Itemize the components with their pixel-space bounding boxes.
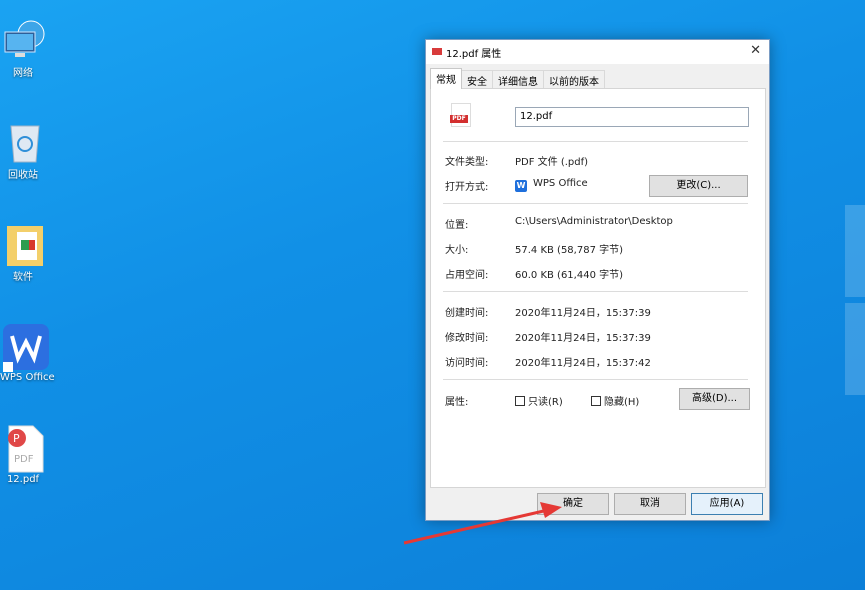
wps-office-icon: W xyxy=(515,180,527,192)
cancel-button[interactable]: 取消 xyxy=(614,493,686,515)
created-label: 创建时间: xyxy=(445,308,489,319)
desktop-icon-wps[interactable]: WPS Office xyxy=(0,322,55,383)
advanced-button[interactable]: 高级(D)... xyxy=(679,388,750,410)
change-button[interactable]: 更改(C)... xyxy=(649,175,748,197)
desktop-icon-label: 网络 xyxy=(13,68,33,79)
dialog-titlebar[interactable]: 12.pdf 属性 ✕ xyxy=(426,40,769,64)
size-label: 大小: xyxy=(445,245,469,256)
pdf-file-icon: PDF xyxy=(450,103,471,127)
disk-size-label: 占用空间: xyxy=(445,270,489,281)
apply-button[interactable]: 应用(A) xyxy=(691,493,763,515)
wallpaper-beam xyxy=(845,303,865,395)
tab-bar: 常规 安全 详细信息 以前的版本 xyxy=(430,68,605,89)
file-type-value: PDF 文件 (.pdf) xyxy=(515,157,589,168)
divider xyxy=(443,203,748,204)
tab-details[interactable]: 详细信息 xyxy=(492,70,544,89)
open-with-label: 打开方式: xyxy=(445,182,489,193)
accessed-label: 访问时间: xyxy=(445,358,489,369)
divider xyxy=(443,291,748,292)
filename-input[interactable]: 12.pdf xyxy=(515,107,749,127)
attributes-label: 属性: xyxy=(445,397,469,408)
checkbox-box[interactable] xyxy=(515,396,525,406)
svg-text:P: P xyxy=(13,432,20,445)
modified-value: 2020年11月24日，15:37:39 xyxy=(515,333,651,344)
folder-icon xyxy=(3,222,43,266)
recycle-bin-icon xyxy=(3,120,43,164)
ok-button[interactable]: 确定 xyxy=(537,493,609,515)
modified-label: 修改时间: xyxy=(445,333,489,344)
pdf-file-icon: P PDF xyxy=(3,424,44,473)
hidden-checkbox[interactable]: 隐藏(H) xyxy=(591,393,639,408)
created-value: 2020年11月24日，15:37:39 xyxy=(515,308,651,319)
tab-previous-versions[interactable]: 以前的版本 xyxy=(543,70,605,89)
location-label: 位置: xyxy=(445,220,469,231)
wps-office-icon xyxy=(3,322,49,372)
readonly-label: 只读(R) xyxy=(528,397,563,408)
readonly-checkbox[interactable]: 只读(R) xyxy=(515,393,563,408)
disk-size-value: 60.0 KB (61,440 字节) xyxy=(515,270,624,281)
pdf-badge: PDF xyxy=(450,115,468,123)
desktop-icon-label: 12.pdf xyxy=(6,474,40,485)
desktop-icon-label: 软件 xyxy=(13,272,33,283)
general-panel: PDF 12.pdf 文件类型: PDF 文件 (.pdf) 打开方式: W WP… xyxy=(430,88,766,488)
desktop-icon-recycle-bin[interactable]: 回收站 xyxy=(0,120,46,181)
divider xyxy=(443,141,748,142)
network-icon xyxy=(3,18,45,62)
tab-general[interactable]: 常规 xyxy=(430,68,462,89)
dialog-title: 12.pdf 属性 xyxy=(446,49,502,60)
open-with-value-row: W WPS Office xyxy=(515,178,588,192)
desktop-icon-label: WPS Office xyxy=(0,372,55,383)
desktop-icon-folder[interactable]: 软件 xyxy=(0,222,46,283)
svg-text:PDF: PDF xyxy=(14,454,34,465)
open-with-value: WPS Office xyxy=(533,178,588,189)
desktop-icon-network[interactable]: 网络 xyxy=(0,18,46,79)
tab-security[interactable]: 安全 xyxy=(461,70,493,89)
file-type-label: 文件类型: xyxy=(445,157,489,168)
desktop-icon-pdf[interactable]: P PDF 12.pdf xyxy=(0,424,46,485)
size-value: 57.4 KB (58,787 字节) xyxy=(515,245,624,256)
accessed-value: 2020年11月24日，15:37:42 xyxy=(515,358,651,369)
close-button[interactable]: ✕ xyxy=(750,43,761,58)
hidden-label: 隐藏(H) xyxy=(604,397,640,408)
location-value: C:\Users\Administrator\Desktop xyxy=(515,216,673,227)
wallpaper-beam xyxy=(845,205,865,297)
properties-dialog: 12.pdf 属性 ✕ 常规 安全 详细信息 以前的版本 PDF 12.pdf … xyxy=(425,39,770,521)
desktop-icon-label: 回收站 xyxy=(8,170,38,181)
checkbox-box[interactable] xyxy=(591,396,601,406)
pdf-icon xyxy=(432,48,442,55)
divider xyxy=(443,379,748,380)
